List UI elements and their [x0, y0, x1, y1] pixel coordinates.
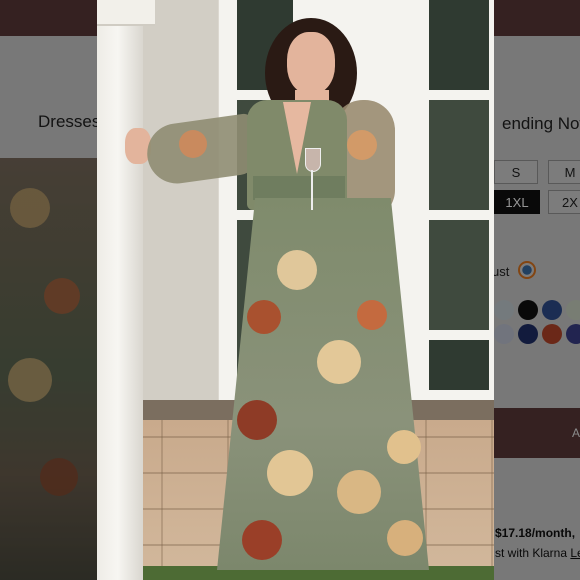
photo-column-cap — [97, 0, 155, 26]
floral-print — [267, 450, 313, 496]
floral-print — [337, 470, 381, 514]
door-pane — [429, 0, 489, 90]
wine-glass-stem — [311, 170, 313, 210]
floral-print — [247, 300, 281, 334]
door-pane — [429, 220, 489, 330]
product-photo-modal — [97, 0, 494, 580]
floral-print — [242, 520, 282, 560]
photo-wall-shadow — [143, 0, 218, 420]
floral-print — [179, 130, 207, 158]
photo-column — [97, 0, 143, 580]
floral-print — [347, 130, 377, 160]
floral-print — [387, 520, 423, 556]
floral-print — [387, 430, 421, 464]
floral-print — [277, 250, 317, 290]
dress-waistband — [253, 176, 345, 200]
door-pane — [429, 100, 489, 210]
model-face — [287, 32, 335, 94]
door-pane — [429, 340, 489, 390]
floral-print — [237, 400, 277, 440]
floral-print — [357, 300, 387, 330]
wine-glass — [305, 148, 321, 172]
floral-print — [317, 340, 361, 384]
